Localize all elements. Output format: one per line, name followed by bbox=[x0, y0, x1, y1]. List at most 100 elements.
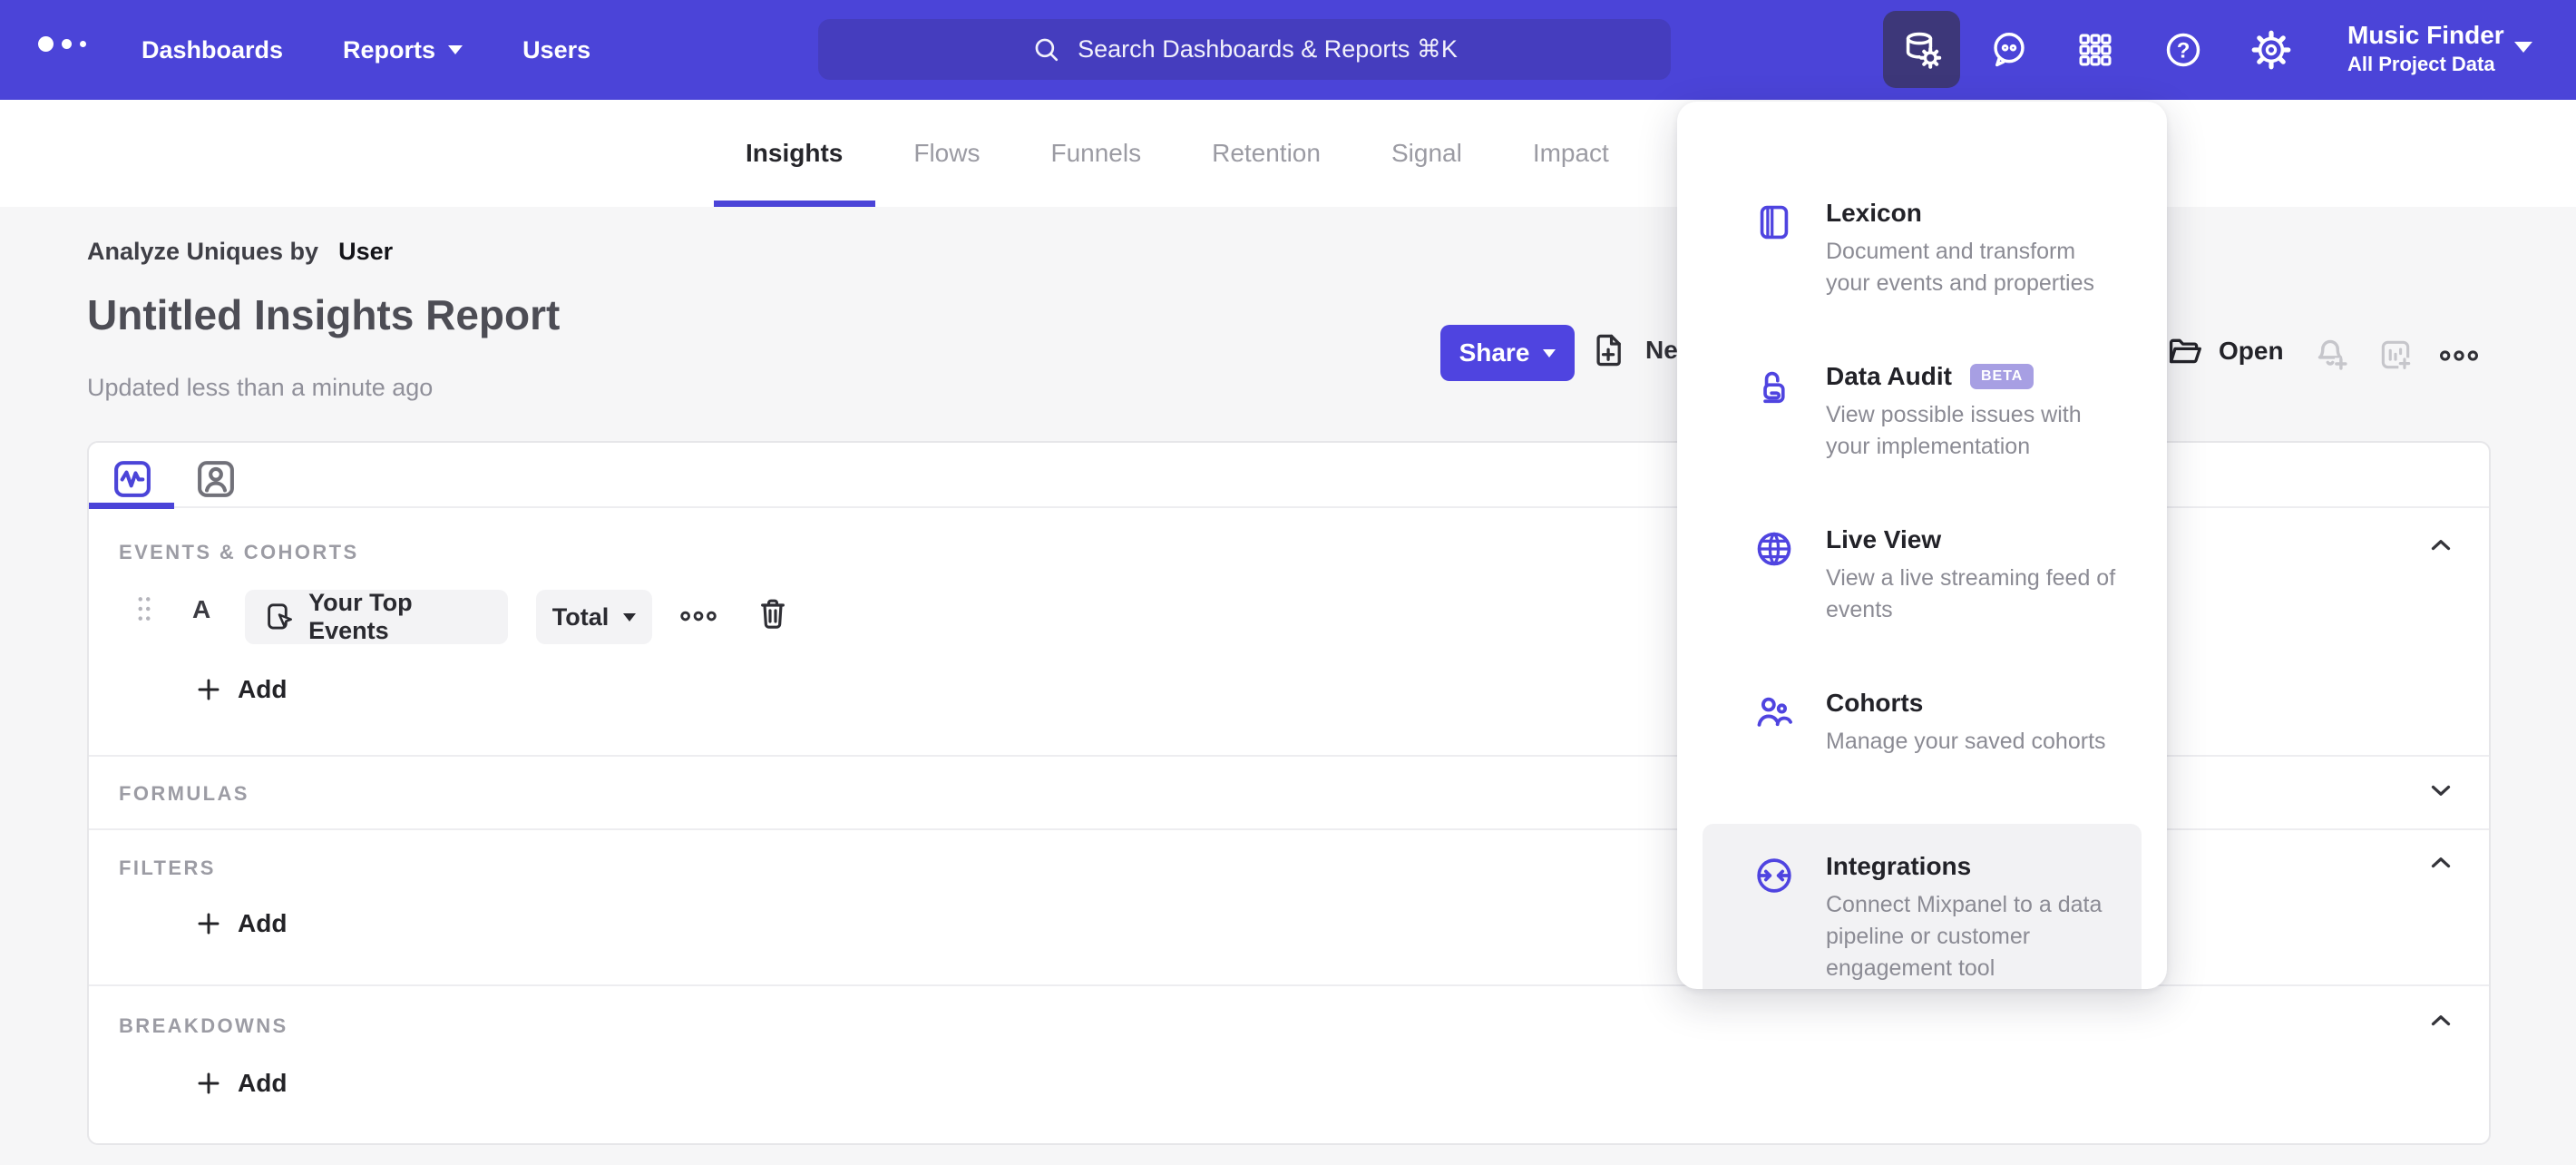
tab-retention[interactable]: Retention bbox=[1212, 100, 1321, 207]
nav-users[interactable]: Users bbox=[522, 36, 590, 64]
tab-insights[interactable]: Insights bbox=[746, 100, 843, 207]
report-title[interactable]: Untitled Insights Report bbox=[87, 290, 560, 339]
data-management-button[interactable] bbox=[1883, 11, 1960, 88]
feedback-icon[interactable] bbox=[1988, 29, 2030, 71]
row-more-options-icon[interactable] bbox=[678, 602, 718, 630]
menu-item-live-view[interactable]: Live View View a live streaming feed of … bbox=[1703, 497, 2142, 661]
events-view-tab[interactable] bbox=[109, 455, 156, 503]
logo-dot bbox=[38, 36, 54, 52]
profiles-view-tab[interactable] bbox=[192, 455, 239, 503]
menu-item-description: Connect Mixpanel to a data pipeline or c… bbox=[1826, 892, 2103, 981]
alert-bell-add-icon[interactable] bbox=[2309, 334, 2351, 376]
nav-dashboards[interactable]: Dashboards bbox=[141, 36, 283, 64]
chevron-down-icon bbox=[448, 45, 463, 54]
tab-funnels[interactable]: Funnels bbox=[1050, 100, 1141, 207]
nav-reports[interactable]: Reports bbox=[343, 36, 463, 64]
active-tab-underline bbox=[89, 503, 174, 509]
add-breakdown-button[interactable]: Add bbox=[194, 1069, 287, 1098]
add-to-board-icon[interactable] bbox=[2376, 336, 2415, 374]
updated-timestamp: Updated less than a minute ago bbox=[87, 374, 434, 401]
drag-handle[interactable] bbox=[134, 593, 154, 624]
event-name: Your Top Events bbox=[308, 589, 413, 644]
beta-badge: BETA bbox=[1969, 364, 2034, 389]
project-scope: All Project Data bbox=[2347, 53, 2495, 75]
menu-item-description: View possible issues with your implement… bbox=[1826, 402, 2082, 459]
more-options-icon[interactable] bbox=[2438, 341, 2480, 370]
plus-icon bbox=[198, 913, 220, 935]
nav-users-label: Users bbox=[522, 35, 591, 64]
menu-item-description: View a live streaming feed of events bbox=[1826, 565, 2116, 622]
add-breakdown-label: Add bbox=[238, 1069, 288, 1097]
mixpanel-logo[interactable] bbox=[38, 36, 86, 52]
breadcrumb: Analyze Uniques by User bbox=[87, 238, 393, 266]
menu-item-title: Integrations bbox=[1826, 852, 1972, 880]
event-click-icon bbox=[268, 603, 292, 630]
expand-formulas-chevron-down-icon[interactable] bbox=[2425, 775, 2456, 806]
series-letter: A bbox=[192, 595, 211, 623]
folder-open-icon bbox=[2169, 338, 2201, 364]
menu-item-lexicon[interactable]: Lexicon Document and transform your even… bbox=[1703, 171, 2142, 334]
add-event-label: Add bbox=[238, 675, 288, 703]
apps-grid-icon[interactable] bbox=[2075, 30, 2115, 70]
nav-dashboards-label: Dashboards bbox=[141, 35, 284, 64]
logo-dot bbox=[80, 41, 86, 47]
tab-impact[interactable]: Impact bbox=[1533, 100, 1609, 207]
cohorts-users-icon bbox=[1757, 697, 1792, 727]
collapse-breakdowns-chevron-up-icon[interactable] bbox=[2425, 1005, 2456, 1036]
menu-item-integrations[interactable]: Integrations Connect Mixpanel to a data … bbox=[1703, 824, 2142, 989]
data-management-icon bbox=[1906, 32, 1941, 69]
menu-item-description: Manage your saved cohorts bbox=[1826, 729, 2106, 754]
open-label: Open bbox=[2219, 337, 2284, 365]
filters-label: FILTERS bbox=[119, 857, 216, 879]
add-event-button[interactable]: Add bbox=[194, 675, 287, 704]
tab-flows[interactable]: Flows bbox=[913, 100, 980, 207]
data-audit-lock-icon bbox=[1763, 371, 1785, 404]
menu-item-title: Cohorts bbox=[1826, 689, 1924, 717]
project-caret-icon[interactable] bbox=[2514, 42, 2532, 53]
menu-item-description: Document and transform your events and p… bbox=[1826, 239, 2095, 296]
plus-icon bbox=[198, 679, 220, 700]
report-tabs: Insights Flows Funnels Retention Signal … bbox=[746, 100, 1609, 207]
menu-item-data-audit[interactable]: Data Audit BETA View possible issues wit… bbox=[1703, 334, 2142, 497]
collapse-events-chevron-up-icon[interactable] bbox=[2425, 530, 2456, 561]
metric-label: Total bbox=[551, 602, 610, 631]
report-tabbar: Insights Flows Funnels Retention Signal … bbox=[0, 100, 2576, 207]
search-icon bbox=[1035, 38, 1059, 61]
analyze-by-dropdown[interactable]: User bbox=[338, 238, 393, 266]
project-name: Music Finder bbox=[2347, 21, 2504, 49]
file-plus-icon bbox=[1596, 334, 1621, 367]
nav-reports-label: Reports bbox=[343, 35, 436, 64]
live-view-globe-icon bbox=[1757, 532, 1791, 566]
integrations-sync-icon bbox=[1757, 858, 1791, 893]
add-filter-label: Add bbox=[238, 909, 288, 937]
svg-text:?: ? bbox=[2177, 38, 2191, 63]
metric-selector[interactable]: Total bbox=[536, 590, 652, 644]
global-search-input[interactable]: Search Dashboards & Reports ⌘K bbox=[818, 19, 1671, 80]
data-management-dropdown: Lexicon Document and transform your even… bbox=[1677, 102, 2167, 989]
collapse-filters-chevron-up-icon[interactable] bbox=[2425, 847, 2456, 878]
primary-nav: Dashboards Reports Users bbox=[141, 0, 590, 100]
menu-item-cohorts[interactable]: Cohorts Manage your saved cohorts bbox=[1703, 661, 2142, 824]
chevron-down-icon bbox=[623, 612, 637, 622]
tab-signal[interactable]: Signal bbox=[1391, 100, 1462, 207]
topbar: Dashboards Reports Users Search Dashboar… bbox=[0, 0, 2576, 100]
chevron-down-icon bbox=[1543, 348, 1556, 357]
event-selector[interactable]: Your Top Events bbox=[245, 589, 508, 644]
help-icon[interactable]: ? bbox=[2162, 29, 2204, 71]
menu-item-title: Live View bbox=[1826, 525, 1942, 553]
settings-icon[interactable] bbox=[2249, 28, 2293, 72]
share-label: Share bbox=[1459, 338, 1530, 367]
menu-item-title: Lexicon bbox=[1826, 199, 1922, 227]
analyze-uniques-label: Analyze Uniques by bbox=[87, 238, 319, 265]
logo-dot bbox=[62, 39, 72, 49]
formulas-label: FORMULAS bbox=[119, 782, 249, 805]
open-report-button[interactable]: Open bbox=[2166, 332, 2284, 370]
project-selector[interactable]: Music Finder All Project Data bbox=[2347, 20, 2504, 78]
lexicon-book-icon bbox=[1760, 205, 1789, 240]
menu-item-title: Data Audit bbox=[1826, 362, 1952, 390]
search-placeholder: Search Dashboards & Reports ⌘K bbox=[1078, 35, 1458, 63]
plus-icon bbox=[198, 1072, 220, 1094]
add-filter-button[interactable]: Add bbox=[194, 909, 287, 938]
share-button[interactable]: Share bbox=[1440, 325, 1575, 381]
delete-row-trash-icon[interactable] bbox=[755, 593, 791, 633]
